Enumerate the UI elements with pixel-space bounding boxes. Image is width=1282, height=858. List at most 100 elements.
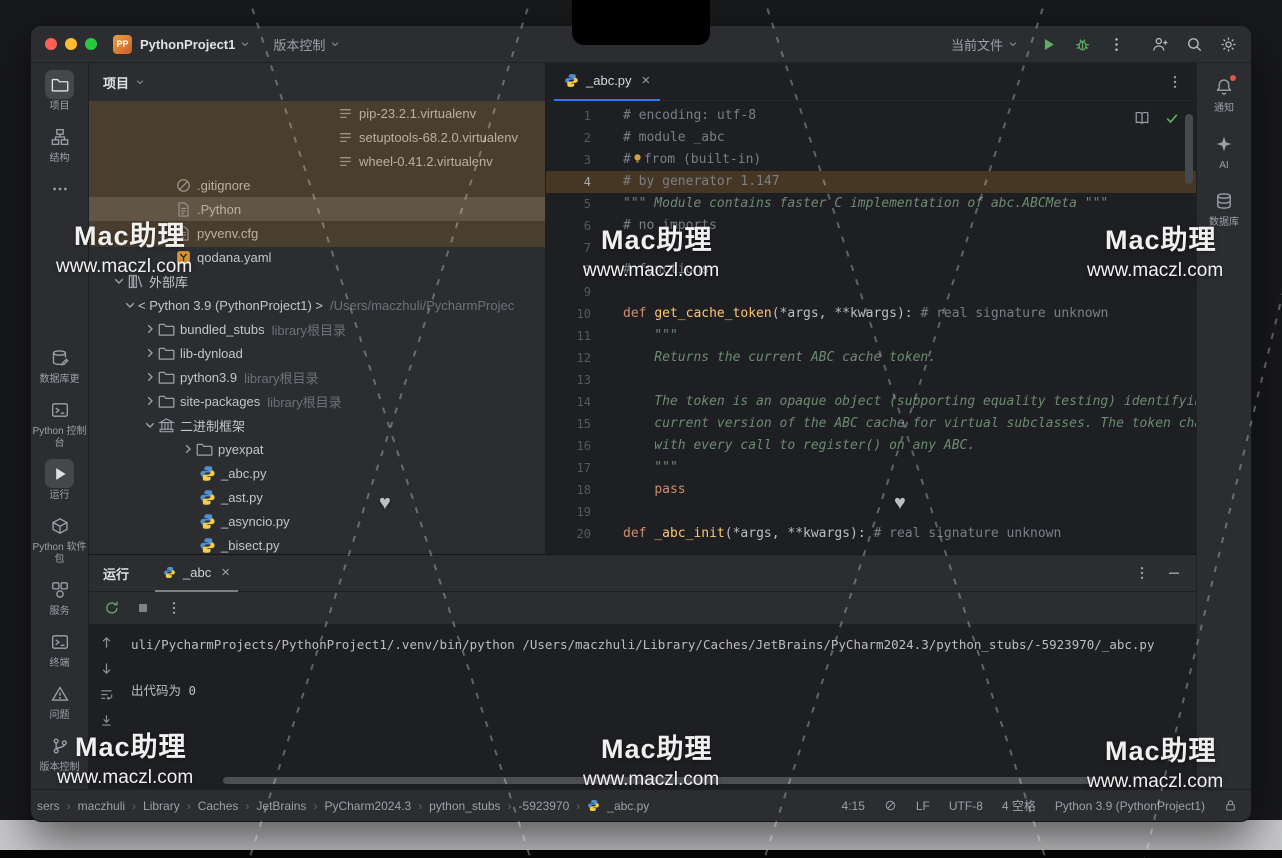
tree-row[interactable]: _abc.py — [89, 461, 545, 485]
interp-icon — [337, 105, 354, 122]
tool-button-services[interactable]: 服务 — [31, 575, 88, 618]
tree-row[interactable]: pip-23.2.1.virtualenv — [89, 101, 545, 125]
breadcrumb-item[interactable]: Library — [143, 799, 180, 813]
tree-row[interactable]: 二进制框架 — [89, 413, 545, 437]
close-tab-icon[interactable]: × — [642, 73, 651, 88]
tool-button-version-control[interactable]: 版本控制 — [31, 731, 88, 774]
stop-button[interactable] — [135, 600, 151, 616]
chevron-right-icon[interactable] — [180, 441, 196, 457]
tree-row[interactable]: .gitignore — [89, 173, 545, 197]
highlight-off-icon[interactable] — [884, 799, 897, 812]
editor-scrollbar[interactable] — [1185, 114, 1193, 184]
packages-icon — [51, 517, 69, 535]
tree-row[interactable]: qodana.yaml — [89, 245, 545, 269]
breadcrumb-item[interactable]: python_stubs — [429, 799, 500, 813]
file-encoding[interactable]: UTF-8 — [949, 799, 983, 813]
hide-panel-button[interactable] — [1166, 565, 1182, 581]
console-output[interactable]: uli/PycharmProjects/PythonProject1/.venv… — [123, 625, 1196, 789]
console-more-button[interactable] — [166, 600, 182, 616]
chevron-down-icon[interactable] — [142, 417, 158, 433]
code-with-me-button[interactable] — [1152, 36, 1169, 53]
more-actions-button[interactable] — [1108, 36, 1125, 53]
tool-button-terminal[interactable]: 终端 — [31, 627, 88, 670]
line-separator[interactable]: LF — [916, 799, 930, 813]
tool-button-database-changes[interactable]: 数据库更 — [31, 343, 88, 386]
breadcrumb-item[interactable]: _abc.py — [607, 799, 649, 813]
python-console-icon — [51, 401, 69, 419]
chevron-right-icon[interactable] — [142, 345, 158, 361]
status-widgets: 4:15 LF UTF-8 4 空格 Python 3.9 (PythonPro… — [842, 797, 1237, 814]
breadcrumb-item[interactable]: maczhuli — [78, 799, 125, 813]
code-line: 5""" Module contains faster C implementa… — [546, 193, 1196, 215]
run-tab[interactable]: _abc × — [155, 555, 238, 592]
chevron-right-icon[interactable] — [142, 393, 158, 409]
tree-row[interactable]: lib-dynload — [89, 341, 545, 365]
tree-item-label: _asyncio.py — [221, 514, 290, 529]
fullscreen-window-button[interactable] — [85, 38, 97, 50]
tool-button-notifications[interactable]: 通知 — [1209, 72, 1239, 115]
close-window-button[interactable] — [45, 38, 57, 50]
inspections-ok-icon[interactable] — [1164, 110, 1180, 126]
editor-options-button[interactable] — [1167, 74, 1183, 90]
reader-mode-icon[interactable] — [1134, 110, 1150, 126]
tool-button-problems[interactable]: 问题 — [31, 679, 88, 722]
run-tab-label: _abc — [183, 565, 211, 580]
console-hscrollbar[interactable] — [223, 777, 1093, 784]
interpreter-widget[interactable]: Python 3.9 (PythonProject1) — [1055, 799, 1205, 813]
breadcrumb-item[interactable]: -5923970 — [519, 799, 570, 813]
breadcrumb-item[interactable]: sers — [37, 799, 60, 813]
breadcrumb-item[interactable]: Caches — [198, 799, 239, 813]
tree-row[interactable]: wheel-0.41.2.virtualenv — [89, 149, 545, 173]
rerun-button[interactable] — [104, 600, 120, 616]
tree-row[interactable]: python3.9library根目录 — [89, 365, 545, 389]
run-panel-title: 运行 — [103, 564, 129, 583]
tree-row[interactable]: setuptools-68.2.0.virtualenv — [89, 125, 545, 149]
breadcrumb-item[interactable]: JetBrains — [256, 799, 306, 813]
tool-button-ai-assistant[interactable]: AI — [1209, 129, 1239, 172]
soft-wrap-icon[interactable] — [99, 687, 114, 702]
tree-row[interactable]: pyexpat — [89, 437, 545, 461]
tool-button-python-packages[interactable]: Python 软件包 — [31, 511, 88, 566]
tool-button-project[interactable]: 项目 — [31, 70, 88, 113]
code-area[interactable]: 1# encoding: utf-82# module _abc3#from (… — [546, 101, 1196, 554]
tree-row[interactable]: bundled_stubslibrary根目录 — [89, 317, 545, 341]
code-line: 20def _abc_init(*args, **kwargs): # real… — [546, 523, 1196, 545]
chevron-down-icon[interactable] — [111, 273, 127, 289]
chevron-right-icon[interactable] — [142, 369, 158, 385]
tree-row[interactable]: pyvenv.cfg — [89, 221, 545, 245]
run-button[interactable] — [1040, 36, 1057, 53]
close-tab-icon[interactable]: × — [221, 565, 230, 580]
debug-button[interactable] — [1074, 36, 1091, 53]
tool-button-structure[interactable]: 结构 — [31, 122, 88, 165]
search-everywhere-button[interactable] — [1186, 36, 1203, 53]
tree-row[interactable]: site-packageslibrary根目录 — [89, 389, 545, 413]
scroll-down-icon[interactable] — [99, 661, 114, 676]
project-panel-header[interactable]: 项目 — [89, 63, 545, 101]
scroll-up-icon[interactable] — [99, 635, 114, 650]
chevron-right-icon[interactable] — [142, 321, 158, 337]
tool-button-more-tools[interactable] — [31, 174, 88, 203]
tool-button-run[interactable]: 运行 — [31, 459, 88, 502]
tree-row[interactable]: < Python 3.9 (PythonProject1) >/Users/ma… — [89, 293, 545, 317]
breadcrumb-item[interactable]: PyCharm2024.3 — [324, 799, 411, 813]
settings-button[interactable] — [1220, 36, 1237, 53]
run-options-button[interactable] — [1134, 565, 1150, 581]
breadcrumb-separator: › — [67, 799, 71, 813]
cursor-position[interactable]: 4:15 — [842, 799, 865, 813]
chevron-down-icon[interactable] — [122, 297, 138, 313]
scroll-to-end-icon[interactable] — [99, 713, 114, 728]
editor-tab[interactable]: _abc.py × — [554, 63, 660, 101]
run-configuration-selector[interactable]: 当前文件 — [951, 35, 1019, 54]
tool-button-python-console[interactable]: Python 控制台 — [31, 395, 88, 450]
tree-row[interactable]: _ast.py — [89, 485, 545, 509]
tree-row[interactable]: .Python — [89, 197, 545, 221]
project-selector[interactable]: PythonProject1 — [140, 37, 251, 52]
tree-row[interactable]: _bisect.py — [89, 533, 545, 554]
indent-style[interactable]: 4 空格 — [1002, 797, 1036, 814]
tree-row[interactable]: _asyncio.py — [89, 509, 545, 533]
tree-row[interactable]: 外部库 — [89, 269, 545, 293]
tool-button-database[interactable]: 数据库 — [1209, 186, 1239, 229]
minimize-window-button[interactable] — [65, 38, 77, 50]
lock-icon[interactable] — [1224, 799, 1237, 812]
vcs-widget[interactable]: 版本控制 — [273, 35, 341, 54]
